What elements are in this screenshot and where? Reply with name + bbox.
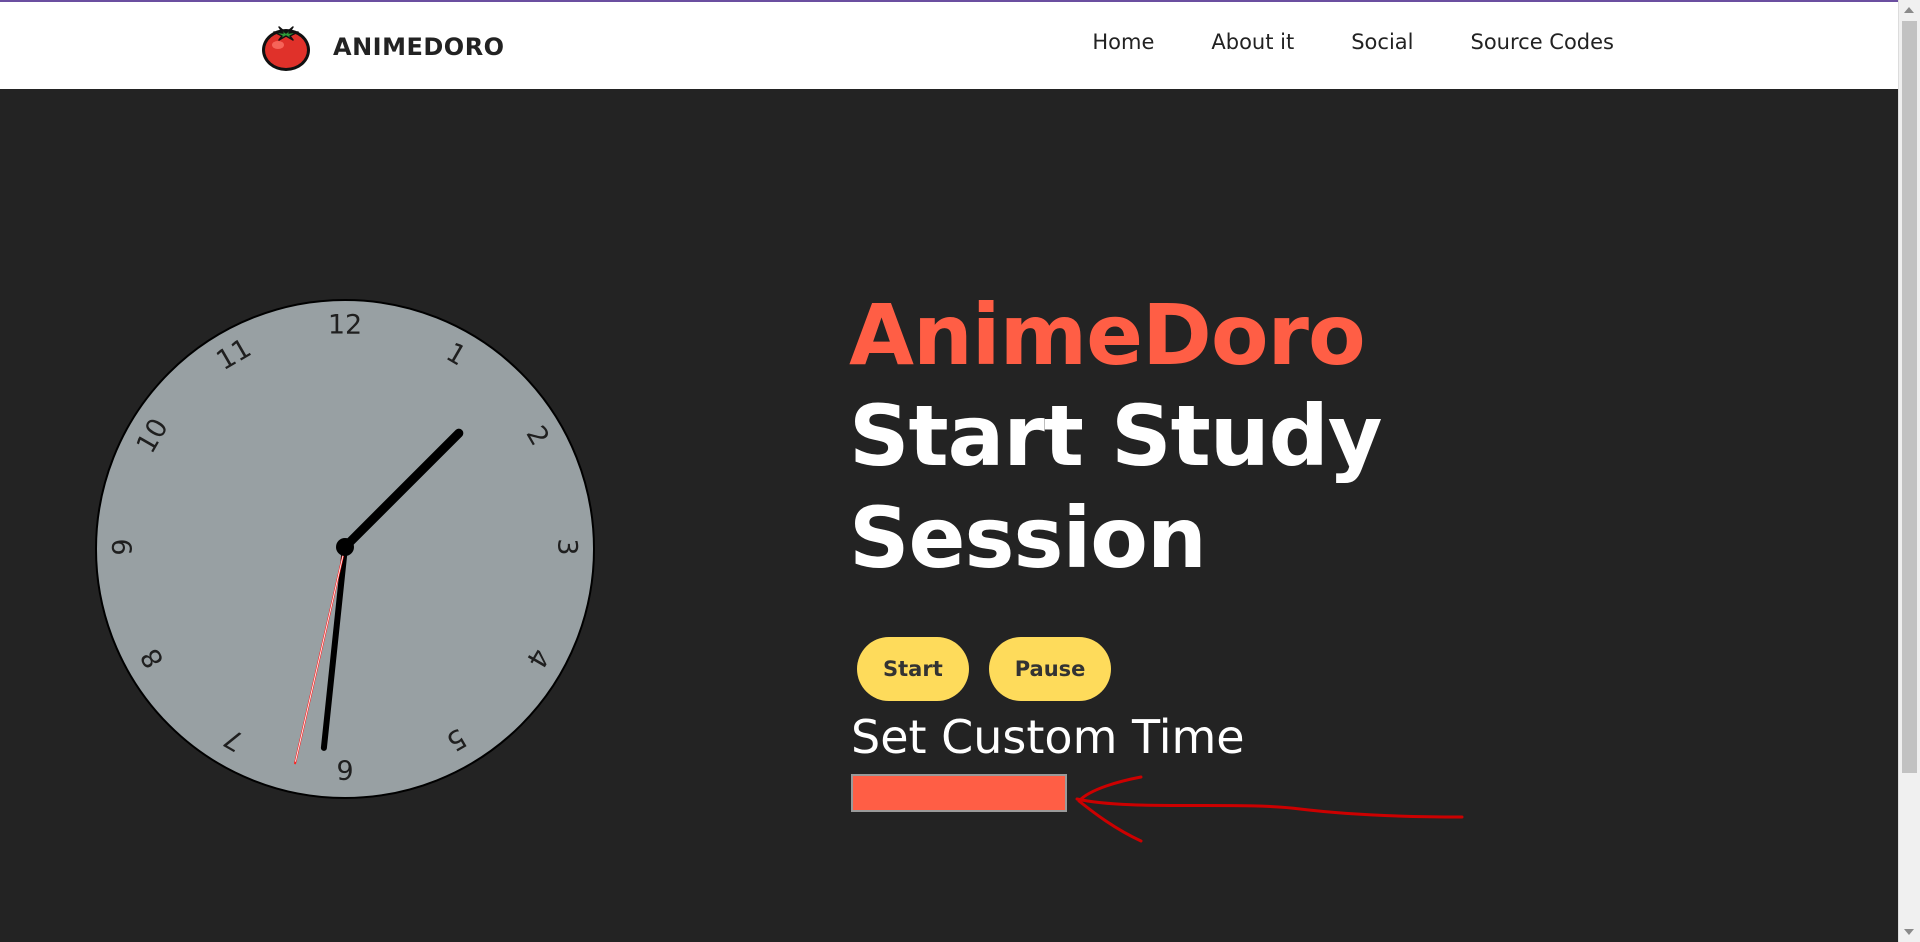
page-scrollbar[interactable] — [1898, 0, 1920, 942]
annotation-arrow-icon — [1075, 775, 1464, 843]
main-nav: Home About it Social Source Codes — [1092, 30, 1614, 54]
tomato-icon — [262, 26, 310, 71]
nav-link-source-codes[interactable]: Source Codes — [1470, 30, 1614, 54]
clock-number: 12 — [328, 310, 362, 341]
clock-number: 9 — [108, 538, 139, 555]
timer-controls: Start Pause — [857, 637, 1112, 701]
nav-link-about[interactable]: About it — [1211, 30, 1294, 54]
clock-number: 6 — [336, 754, 353, 785]
brand-logo-link[interactable]: ANIMEDORO — [259, 20, 505, 74]
nav-link-home[interactable]: Home — [1092, 30, 1154, 54]
brand-name: ANIMEDORO — [333, 33, 505, 61]
hero-title-line-2: Session — [849, 489, 1207, 587]
custom-time-input[interactable] — [851, 774, 1067, 812]
custom-time-label: Set Custom Time — [851, 710, 1245, 764]
analog-clock: 121234567891011 — [95, 299, 595, 799]
scroll-down-arrow-icon[interactable] — [1904, 929, 1914, 935]
scroll-up-arrow-icon[interactable] — [1904, 7, 1914, 13]
hero-title-line-1: Start Study — [849, 387, 1382, 485]
clock-number: 3 — [552, 538, 583, 555]
hero-heading: AnimeDoro Start Study Session — [849, 285, 1382, 589]
pause-button[interactable]: Pause — [988, 637, 1112, 701]
top-navbar: ANIMEDORO Home About it Social Source Co… — [0, 2, 1898, 89]
app-title: AnimeDoro — [849, 286, 1366, 384]
scrollbar-thumb[interactable] — [1902, 21, 1917, 773]
clock-center-pin — [336, 538, 354, 556]
start-button[interactable]: Start — [857, 637, 969, 701]
nav-link-social[interactable]: Social — [1351, 30, 1413, 54]
